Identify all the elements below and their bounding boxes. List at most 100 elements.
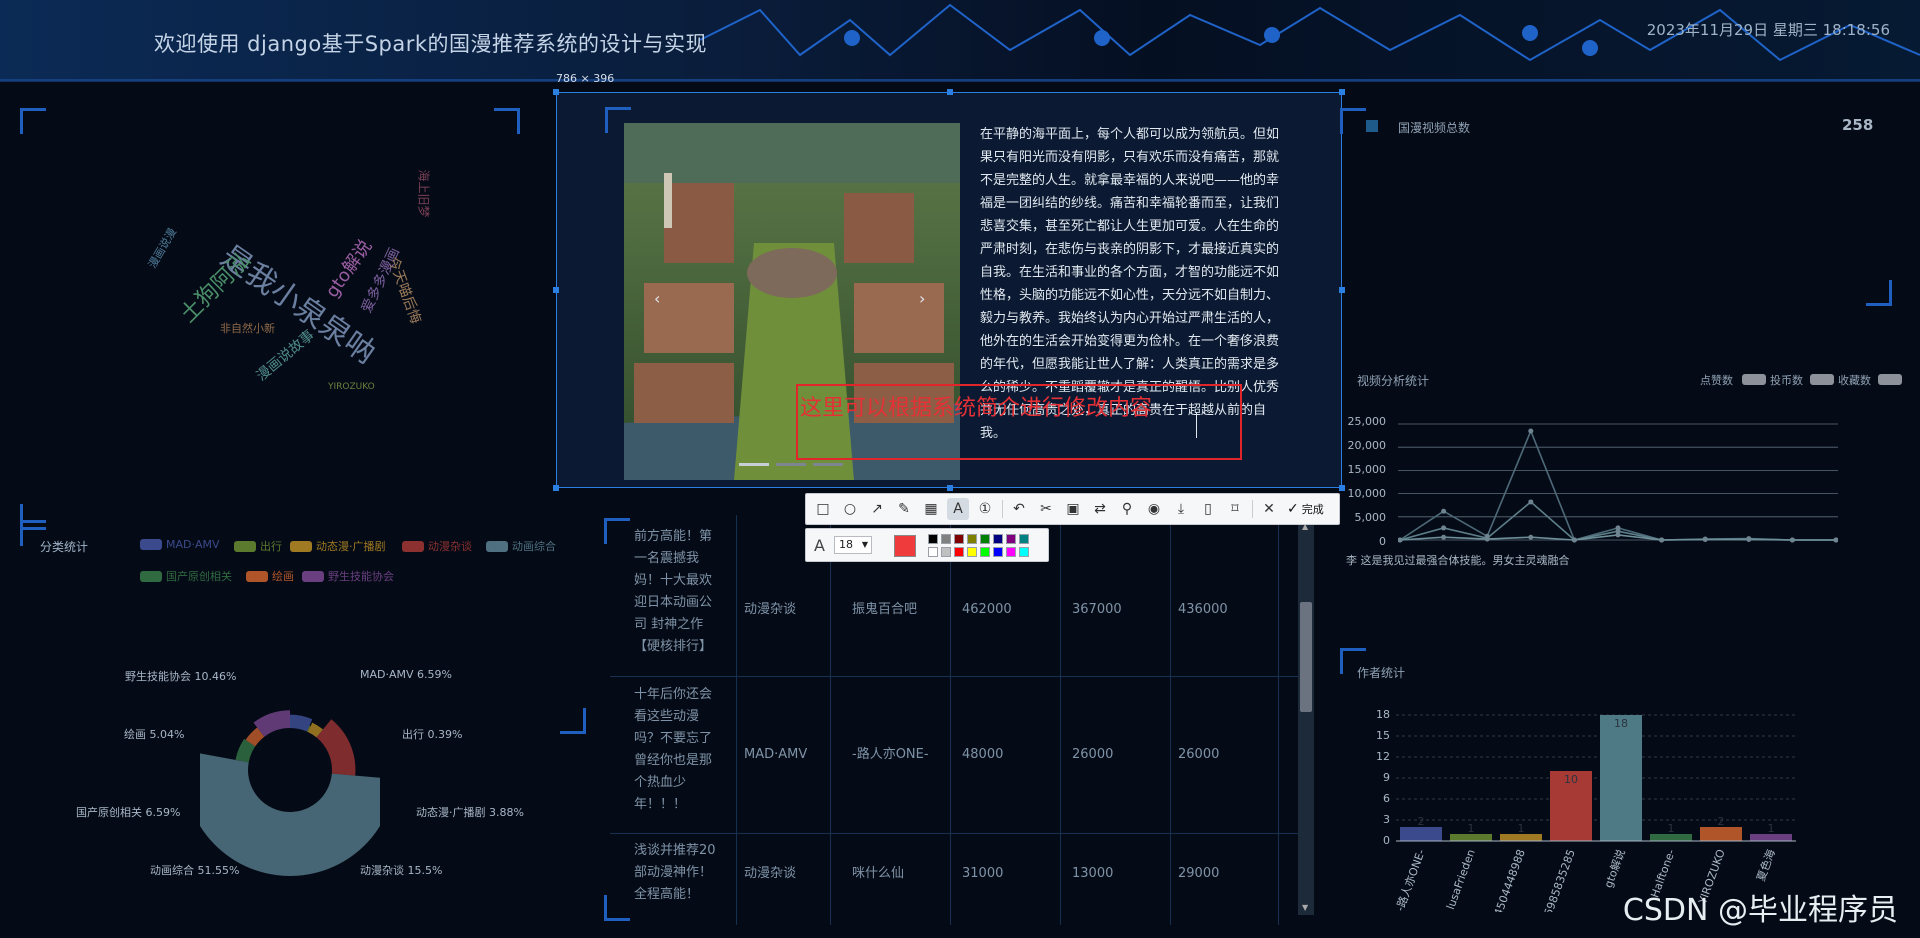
resize-handle[interactable] (553, 89, 559, 95)
category-stats-title: 分类统计 (40, 540, 89, 554)
data-point[interactable] (1528, 428, 1534, 434)
legend-item[interactable]: 动漫杂谈 (402, 538, 472, 554)
analysis-legend-swatch (1878, 374, 1902, 385)
palette-color[interactable] (980, 547, 990, 557)
translate-icon[interactable]: ⇄ (1089, 498, 1111, 520)
resize-handle[interactable] (947, 485, 953, 491)
slide-indicator[interactable] (776, 463, 806, 466)
bookmark-icon[interactable]: ⌑ (1224, 498, 1246, 520)
download-icon[interactable]: ⤓ (1170, 498, 1192, 520)
resize-handle[interactable] (1339, 89, 1345, 95)
legend-swatch (302, 570, 324, 582)
data-point[interactable] (1659, 537, 1665, 543)
bar-value-label: 2 (1718, 815, 1725, 828)
resize-handle[interactable] (1339, 287, 1345, 293)
record-icon[interactable]: ◉ (1143, 498, 1165, 520)
palette-color[interactable] (1019, 547, 1029, 557)
done-button[interactable]: ✓ 完成 (1287, 501, 1324, 517)
data-point[interactable] (1833, 537, 1839, 543)
palette-color[interactable] (928, 547, 938, 557)
data-point[interactable] (1441, 508, 1447, 514)
palette-color[interactable] (993, 547, 1003, 557)
palette-color[interactable] (993, 534, 1003, 544)
x-tick-label: gto解说 (1601, 847, 1628, 889)
author-bar[interactable] (1450, 834, 1492, 841)
author-bar[interactable] (1400, 827, 1442, 841)
author-bar[interactable] (1700, 827, 1742, 841)
total-bullet-icon (1366, 120, 1378, 132)
arrow-icon[interactable]: ↗ (866, 498, 888, 520)
slide-prev-arrow[interactable]: ‹ (654, 289, 660, 308)
data-point[interactable] (1571, 537, 1577, 543)
serial-number-icon[interactable]: ① (974, 498, 996, 520)
data-point[interactable] (1615, 532, 1621, 538)
y-tick-label: 20,000 (1347, 439, 1387, 452)
palette-color[interactable] (928, 534, 938, 544)
rectangle-icon[interactable]: □ (812, 498, 834, 520)
x-tick-label: lusaFrieden (1444, 848, 1478, 912)
slide-next-arrow[interactable]: › (919, 289, 925, 308)
close-icon[interactable]: ✕ (1258, 498, 1280, 520)
slide-indicator[interactable] (813, 463, 843, 466)
legend-item[interactable]: 野生技能协会 (302, 568, 394, 584)
data-point[interactable] (1484, 536, 1490, 542)
resize-handle[interactable] (947, 89, 953, 95)
text-icon[interactable]: A (947, 498, 969, 520)
pie-slice[interactable] (316, 719, 356, 776)
long-screenshot-icon[interactable]: ▯ (1197, 498, 1219, 520)
author-bar[interactable] (1500, 834, 1542, 841)
pen-icon[interactable]: ✎ (893, 498, 915, 520)
font-size-select[interactable]: 18 ▼ (834, 536, 872, 554)
mosaic-icon[interactable]: ▦ (920, 498, 942, 520)
palette-color[interactable] (941, 534, 951, 544)
palette-color[interactable] (967, 547, 977, 557)
category-cell: 动漫杂谈 (744, 866, 797, 881)
pin-icon[interactable]: ⚲ (1116, 498, 1138, 520)
scissor-icon[interactable]: ✂ (1035, 498, 1057, 520)
table-scrollbar[interactable] (1298, 520, 1314, 915)
ocr-icon[interactable]: ▣ (1062, 498, 1084, 520)
legend-swatch (402, 540, 424, 552)
palette-color[interactable] (1019, 534, 1029, 544)
author-bar[interactable] (1750, 834, 1792, 841)
data-point[interactable] (1746, 537, 1752, 543)
annotation-text[interactable]: 这里可以根据系统简介进行修改内容 (800, 390, 1152, 422)
data-point[interactable] (1441, 534, 1447, 540)
data-point[interactable] (1789, 537, 1795, 543)
total-videos-label: 国漫视频总数 (1398, 121, 1471, 135)
resize-handle[interactable] (1339, 485, 1345, 491)
palette-color[interactable] (954, 534, 964, 544)
palette-color[interactable] (967, 534, 977, 544)
legend-item[interactable]: 绘画 (246, 568, 294, 584)
toolbar-divider (1002, 500, 1003, 518)
resize-handle[interactable] (553, 287, 559, 293)
scrollbar-thumb[interactable] (1300, 602, 1312, 712)
selected-color-swatch[interactable] (894, 535, 916, 557)
data-point[interactable] (1441, 525, 1447, 531)
scroll-down-icon[interactable]: ▼ (1302, 903, 1308, 912)
legend-item[interactable]: 动画综合 (486, 538, 556, 554)
resize-handle[interactable] (553, 485, 559, 491)
legend-item[interactable]: 动态漫·广播剧 (290, 538, 386, 554)
data-point[interactable] (1528, 499, 1534, 505)
undo-icon[interactable]: ↶ (1008, 498, 1030, 520)
author-cell: 振鬼百合吧 (852, 602, 918, 617)
palette-color[interactable] (1006, 534, 1016, 544)
data-point[interactable] (1702, 537, 1708, 543)
palette-color[interactable] (980, 534, 990, 544)
slide-indicator-active[interactable] (739, 463, 769, 466)
ellipse-icon[interactable]: ○ (839, 498, 861, 520)
palette-color[interactable] (941, 547, 951, 557)
legend-item[interactable]: 出行 (234, 538, 282, 554)
y-tick-label: 9 (1383, 771, 1390, 784)
author-bar[interactable] (1650, 834, 1692, 841)
legend-item[interactable]: 国产原创相关 (140, 568, 232, 584)
bar-value-label: 1 (1518, 822, 1525, 835)
palette-color[interactable] (1006, 547, 1016, 557)
author-bar[interactable] (1600, 715, 1642, 841)
count-cell: 48000 (962, 747, 1004, 762)
palette-color[interactable] (954, 547, 964, 557)
data-point[interactable] (1528, 534, 1534, 540)
legend-item[interactable]: MAD·AMV (140, 538, 220, 551)
frame-corner (604, 518, 630, 544)
